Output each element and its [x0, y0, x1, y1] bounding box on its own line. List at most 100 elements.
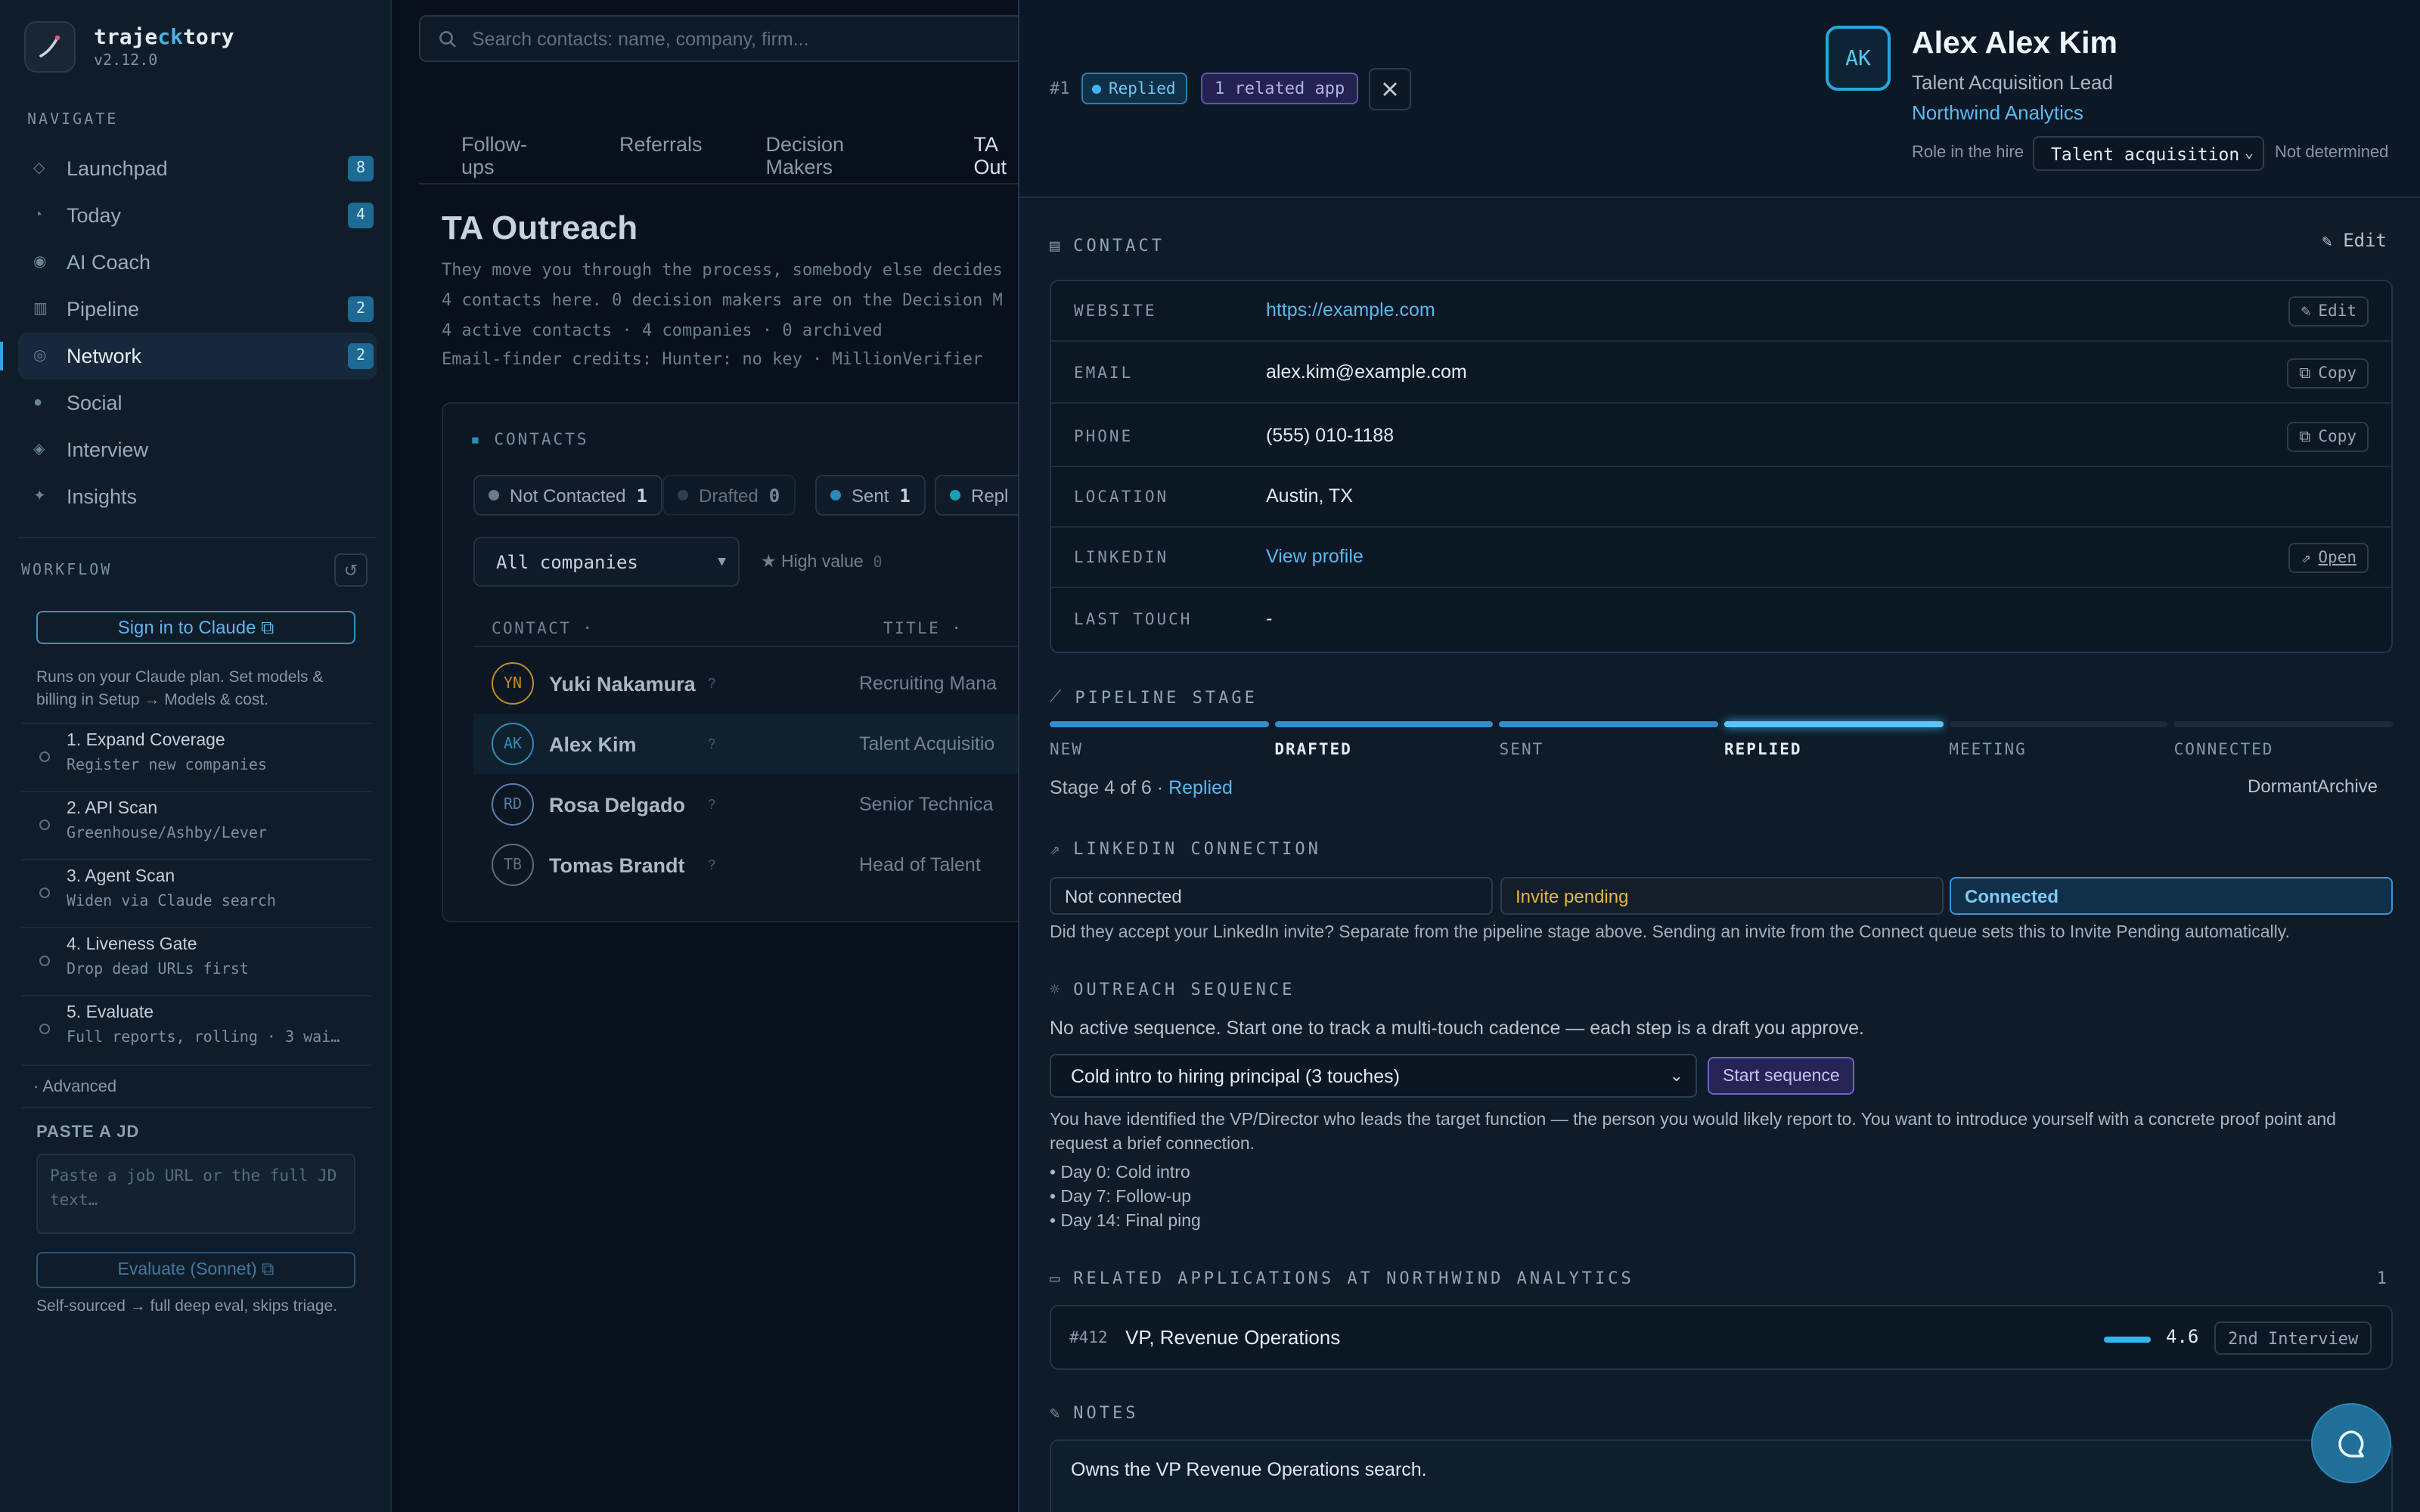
- tab-decision-makers[interactable]: Decision Makers: [724, 109, 932, 183]
- company-link[interactable]: Northwind Analytics: [1912, 101, 2083, 124]
- edit-contact-button[interactable]: ✎ Edit: [2322, 230, 2387, 251]
- filter-chip-sent[interactable]: Sent 1: [815, 475, 926, 516]
- linkedin-not-connected-button[interactable]: Not connected: [1050, 877, 1493, 915]
- navigate-label: NAVIGATE: [27, 112, 119, 129]
- active-indicator: [0, 342, 3, 370]
- nav-badge: 2: [348, 343, 374, 369]
- role-label: Role in the hire: [1912, 144, 2024, 162]
- main-nav: ◇ Launchpad 8 ◔ Today 4 ◉ AI Coach ▥ Pipeline 2…: [0, 145, 377, 520]
- workflow-step[interactable]: 5. Evaluate Full reports, rolling · 3 wai…: [21, 995, 372, 1061]
- stage-bar-connected[interactable]: [2173, 721, 2393, 727]
- sun-icon: ☼: [1050, 980, 1060, 999]
- score-bar: [2104, 1337, 2151, 1343]
- copy-email-button[interactable]: ⧉ Copy: [2287, 358, 2369, 389]
- nav-item-social[interactable]: ● Social: [18, 380, 377, 426]
- evaluate-note: Self-sourced → full deep eval, skips tri…: [36, 1297, 338, 1315]
- page-description: They move you through the process, someb…: [442, 260, 1003, 280]
- workflow-label: WORKFLOW: [21, 562, 113, 579]
- diamond-icon: ◈: [33, 442, 45, 458]
- contact-row-email: EMAIL alex.kim@example.com ⧉ Copy: [1051, 343, 2391, 404]
- company-filter-select[interactable]: All companies ▼: [473, 537, 740, 587]
- sequence-description: You have identified the VP/Director who …: [1050, 1111, 2336, 1154]
- panel-header: #1 Replied 1 related app AK Alex Alex Ki…: [1019, 0, 2420, 198]
- table-row[interactable]: AK Alex Kim? Talent Acquisitio: [473, 714, 1033, 774]
- brand[interactable]: trajecktory v2.12.0: [24, 21, 234, 73]
- workflow-step[interactable]: 1. Expand Coverage Register new companies: [21, 723, 372, 789]
- advanced-toggle[interactable]: · Advanced: [21, 1064, 372, 1096]
- avatar: AK: [492, 723, 534, 765]
- workflow-step[interactable]: 3. Agent Scan Widen via Claude search: [21, 859, 372, 925]
- stage-bar-new[interactable]: [1050, 721, 1269, 727]
- website-link[interactable]: https://example.com: [1266, 299, 1435, 321]
- table-row[interactable]: TB Tomas Brandt? Head of Talent: [473, 835, 1033, 895]
- high-value-filter[interactable]: ★ High value 0: [761, 550, 883, 572]
- col-title[interactable]: TITLE ·: [883, 620, 963, 638]
- stage-label-drafted[interactable]: DRAFTED: [1274, 741, 1352, 759]
- avatar: TB: [492, 844, 534, 886]
- copy-icon: ⧉: [2299, 364, 2311, 382]
- divider: [18, 537, 377, 538]
- sequence-select[interactable]: Cold intro to hiring principal (3 touche…: [1050, 1054, 1697, 1098]
- copy-phone-button[interactable]: ⧉ Copy: [2287, 422, 2369, 452]
- tab-follow-ups[interactable]: Follow-ups: [419, 109, 577, 183]
- evaluate-button[interactable]: Evaluate (Sonnet) ⧉: [36, 1252, 355, 1288]
- refresh-icon[interactable]: ↺: [334, 553, 368, 587]
- status-dot: [1092, 84, 1101, 93]
- stage-label-replied[interactable]: REPLIED: [1724, 741, 1802, 759]
- open-linkedin-button[interactable]: ⇗ Open: [2288, 543, 2369, 573]
- role-select[interactable]: Talent acquisition ⌄: [2033, 136, 2264, 171]
- search-input[interactable]: Search contacts: name, company, firm...: [419, 15, 1054, 62]
- tab-referrals[interactable]: Referrals: [577, 109, 724, 183]
- page-stats: 4 active contacts · 4 companies · 0 arch…: [442, 321, 883, 340]
- chat-button[interactable]: [2311, 1403, 2391, 1483]
- nav-item-today[interactable]: ◔ Today 4: [18, 192, 377, 239]
- sign-in-button[interactable]: Sign in to Claude ⧉: [36, 611, 355, 644]
- avatar: YN: [492, 662, 534, 705]
- linkedin-invite-pending-button[interactable]: Invite pending: [1500, 877, 1944, 915]
- filter-chip-not-contacted[interactable]: Not Contacted 1: [473, 475, 662, 516]
- stage-bar-replied[interactable]: [1724, 721, 1944, 727]
- status-dot: [830, 490, 841, 500]
- related-count: 1: [2376, 1269, 2387, 1288]
- related-apps-badge[interactable]: 1 related app: [1201, 73, 1359, 104]
- contact-number: #1: [1050, 79, 1070, 98]
- nav-item-insights[interactable]: ✦ Insights: [18, 473, 377, 520]
- sequence-note: No active sequence. Start one to track a…: [1050, 1018, 1864, 1039]
- stage-bar-meeting[interactable]: [1949, 721, 2168, 727]
- nav-item-ai-coach[interactable]: ◉ AI Coach: [18, 239, 377, 286]
- paste-jd-input[interactable]: Paste a job URL or the full JD text…: [36, 1154, 355, 1234]
- related-application-row[interactable]: #412 VP, Revenue Operations 4.6 2nd Inte…: [1050, 1305, 2393, 1370]
- dormant-button[interactable]: Dormant: [2248, 776, 2317, 797]
- close-icon: [1383, 82, 1397, 96]
- stage-bar-drafted[interactable]: [1274, 721, 1494, 727]
- document-icon: ▤: [1050, 236, 1060, 256]
- status-dot: [950, 490, 960, 500]
- stage-label-meeting[interactable]: MEETING: [1949, 741, 2027, 759]
- linkedin-link[interactable]: View profile: [1266, 546, 1364, 567]
- main-content: Search contacts: name, company, firm... …: [392, 0, 1056, 1512]
- workflow-step[interactable]: 2. API Scan Greenhouse/Ashby/Lever: [21, 791, 372, 857]
- pipeline-stage-tracker: NEW DRAFTED SENT REPLIED MEETING CONNECTED: [1050, 721, 2393, 767]
- archive-button[interactable]: Archive: [2317, 776, 2378, 797]
- workflow-step[interactable]: 4. Liveness Gate Drop dead URLs first: [21, 927, 372, 993]
- stage-label-connected[interactable]: CONNECTED: [2174, 741, 2274, 759]
- start-sequence-button[interactable]: Start sequence: [1708, 1057, 1855, 1095]
- network-icon: ◎: [33, 348, 47, 364]
- nav-item-launchpad[interactable]: ◇ Launchpad 8: [18, 145, 377, 192]
- briefcase-icon: ▭: [1050, 1269, 1060, 1288]
- filter-chip-drafted[interactable]: Drafted 0: [662, 475, 796, 516]
- edit-website-button[interactable]: ✎ Edit: [2288, 296, 2369, 327]
- stage-label-sent[interactable]: SENT: [1500, 741, 1544, 759]
- stage-label-new[interactable]: NEW: [1050, 741, 1083, 759]
- notes-field[interactable]: Owns the VP Revenue Operations search.: [1050, 1439, 2393, 1512]
- col-contact[interactable]: CONTACT ·: [492, 620, 594, 638]
- table-row[interactable]: YN Yuki Nakamura? Recruiting Mana: [473, 653, 1033, 714]
- nav-item-network[interactable]: ◎ Network 2: [0, 333, 377, 380]
- nav-item-pipeline[interactable]: ▥ Pipeline 2: [18, 286, 377, 333]
- nav-item-interview[interactable]: ◈ Interview: [18, 426, 377, 473]
- stage-bar-sent[interactable]: [1499, 721, 1718, 727]
- table-row[interactable]: RD Rosa Delgado? Senior Technica: [473, 774, 1033, 835]
- close-button[interactable]: [1369, 68, 1411, 110]
- linkedin-connected-button[interactable]: Connected: [1950, 877, 2393, 915]
- application-score: 4.6: [2166, 1326, 2199, 1347]
